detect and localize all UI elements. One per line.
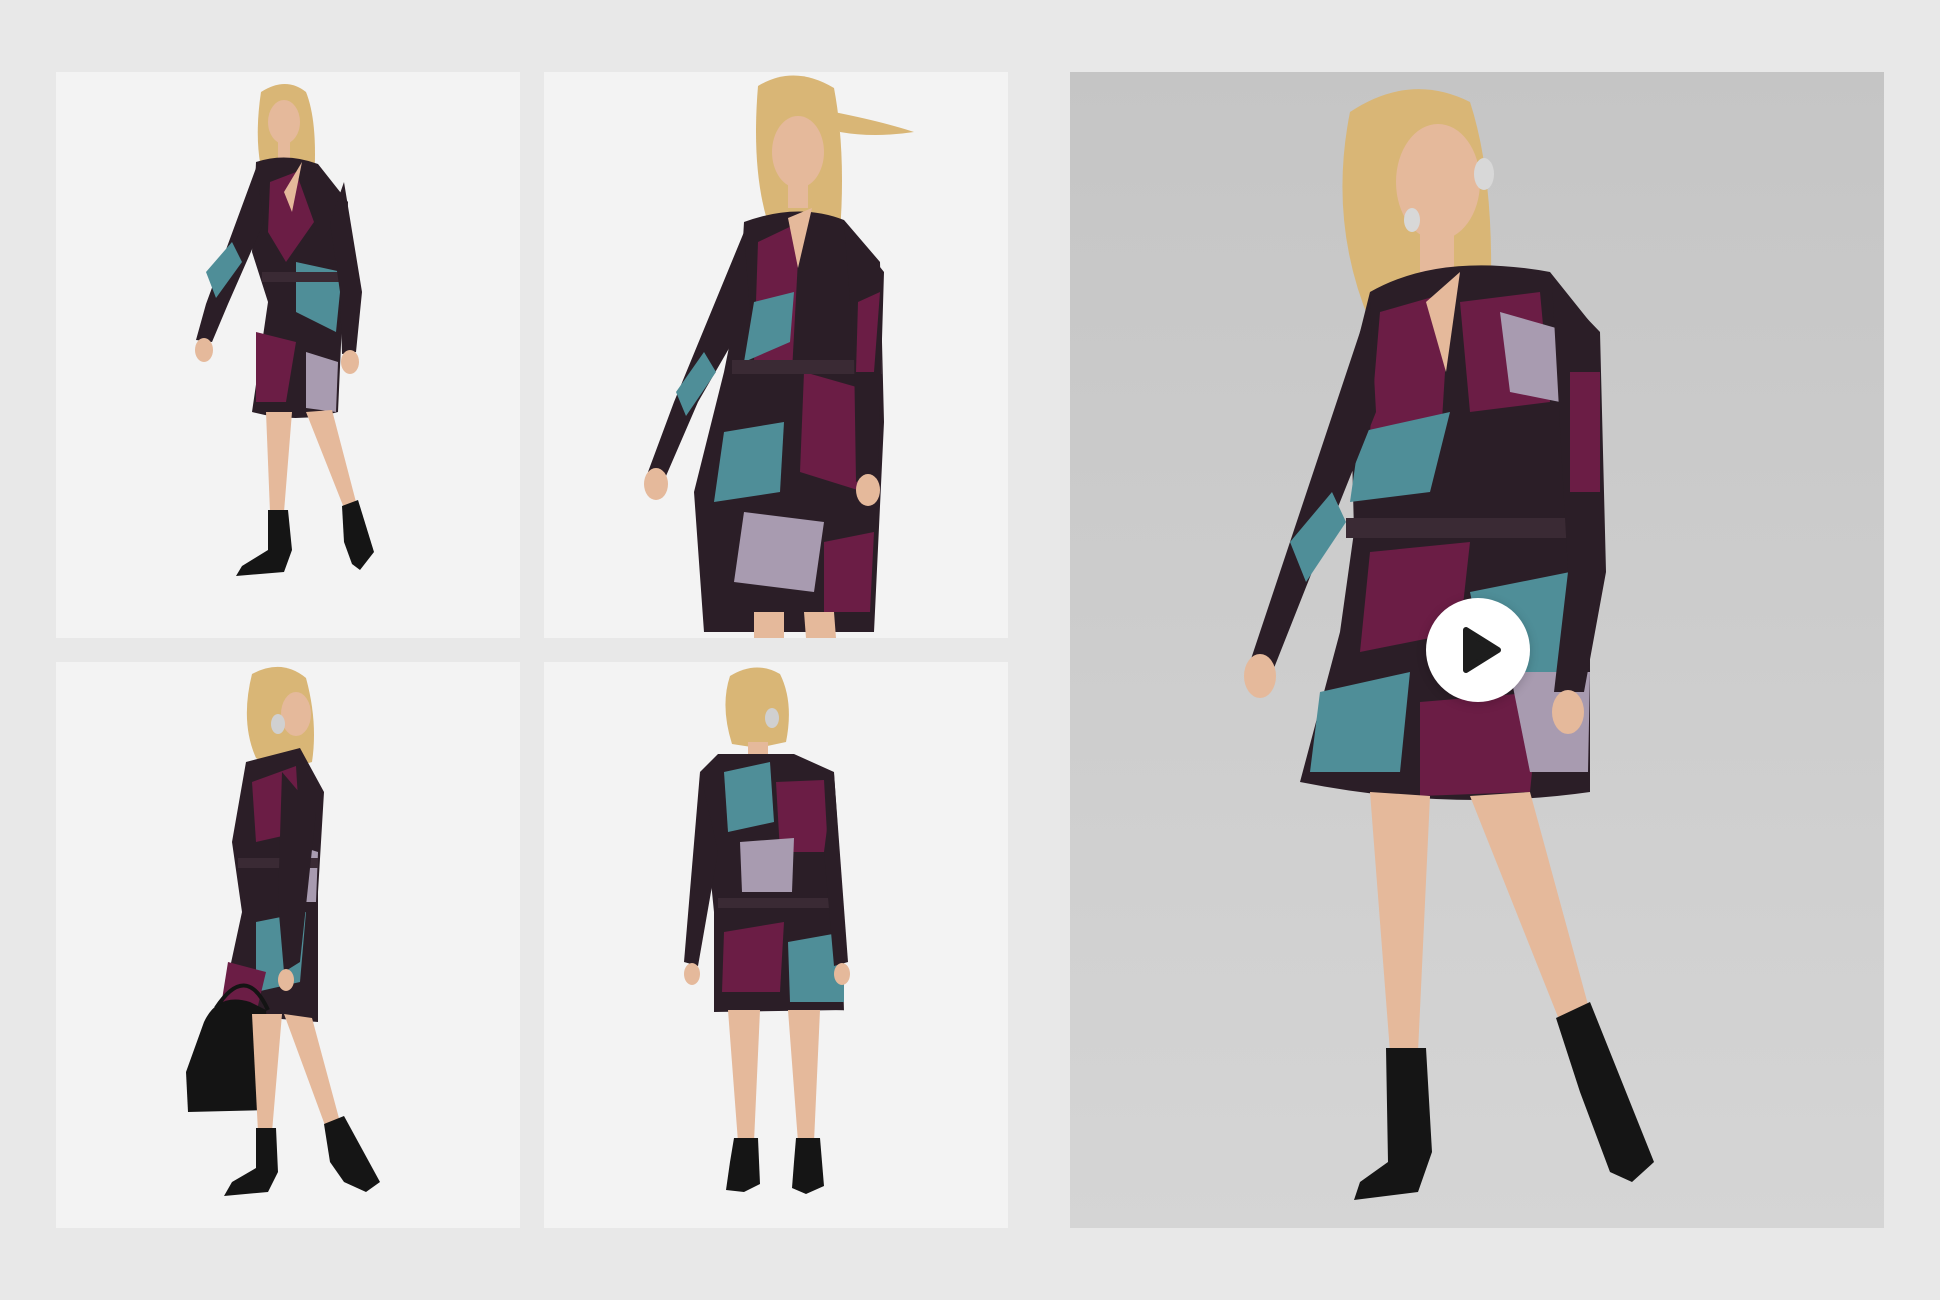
gallery-thumbnail-back[interactable] [544,662,1008,1228]
gallery-main-video[interactable] [1070,72,1884,1228]
play-video-button[interactable] [1426,598,1530,702]
gallery-thumbnail-side[interactable] [56,662,520,1228]
model-photo-closeup [544,72,1008,638]
model-photo-side [56,662,520,1228]
product-image-gallery [0,0,1940,1300]
play-icon [1426,598,1530,702]
model-photo-back [544,662,1008,1228]
gallery-thumbnail-closeup[interactable] [544,72,1008,638]
gallery-thumbnail-front[interactable] [56,72,520,638]
model-photo-front [56,72,520,638]
